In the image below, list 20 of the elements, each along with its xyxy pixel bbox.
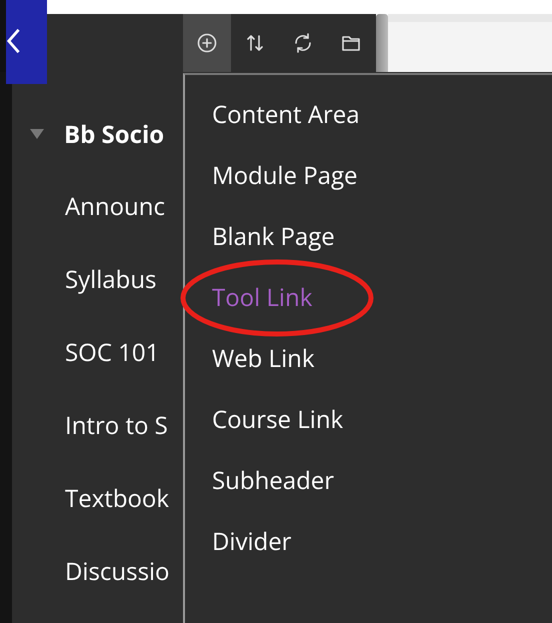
menu-item[interactable]: Course Link (212, 400, 344, 440)
resize-handle[interactable] (376, 14, 388, 72)
chevron-left-icon (6, 26, 20, 56)
toolbar-button[interactable] (183, 14, 231, 72)
close-button[interactable] (6, 0, 47, 84)
menu-item[interactable]: Content Area (212, 95, 360, 135)
expand-triangle-icon[interactable] (30, 129, 44, 139)
menu-item[interactable]: Module Page (212, 156, 358, 196)
sidebar-item[interactable]: Announc (65, 187, 183, 227)
sidebar-item[interactable]: Syllabus (65, 260, 183, 300)
menu-item[interactable]: Subheader (212, 461, 334, 501)
menu-item[interactable]: Blank Page (212, 217, 335, 257)
sidebar-item[interactable]: Textbook (65, 479, 183, 519)
sidebar-item[interactable]: Intro to S (65, 406, 183, 446)
sidebar-item[interactable]: SOC 101 (65, 333, 183, 373)
menu-item[interactable]: Web Link (212, 339, 314, 379)
plus-icon (195, 31, 219, 55)
menu-item[interactable]: Divider (212, 522, 292, 562)
course-title[interactable]: Bb Socio (64, 118, 164, 150)
sidebar-item[interactable]: Discussio (65, 552, 183, 592)
